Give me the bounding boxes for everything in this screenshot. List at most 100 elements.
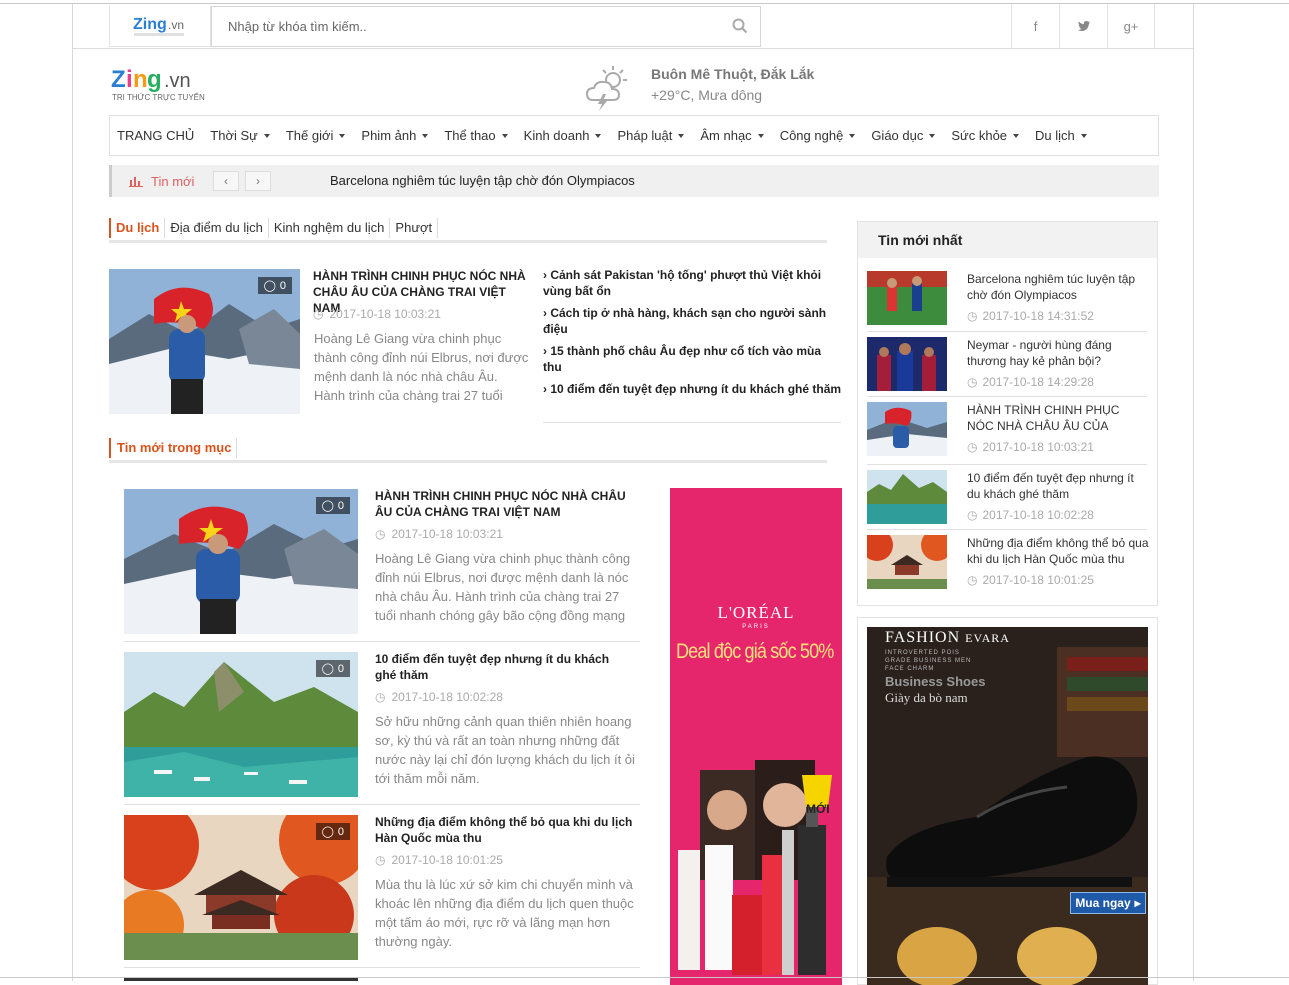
related-link[interactable]: › 10 điểm đến tuyệt đẹp nhưng ít du khác… bbox=[543, 381, 843, 397]
nav-label: Giáo dục bbox=[871, 128, 924, 143]
nav-home[interactable]: TRANG CHỦ bbox=[110, 128, 202, 143]
nav-suc-khoe[interactable]: Sức khỏe bbox=[943, 128, 1027, 143]
caret-down-icon bbox=[1080, 133, 1087, 138]
ad-fashion-tag2: GRADE BUSINESS MEN bbox=[885, 658, 972, 664]
nav-the-gioi[interactable]: Thế giới bbox=[278, 128, 354, 143]
article-title[interactable]: 10 điểm đến tuyệt đẹp nhưng ít du khách … bbox=[375, 651, 633, 683]
buy-now-button[interactable]: Mua ngay ▸ bbox=[1070, 892, 1146, 914]
weather-condition: +29°C, Mưa dông bbox=[651, 87, 763, 103]
article-image[interactable]: ◯ 0 bbox=[124, 489, 358, 634]
small-logo[interactable]: Zing .vn bbox=[109, 6, 211, 47]
tab-du-lich[interactable]: Du lịch bbox=[109, 217, 164, 238]
tab-phuot[interactable]: Phượt bbox=[389, 217, 439, 238]
weather-city: Buôn Mê Thuột, Đắk Lắk bbox=[651, 66, 815, 82]
ad-brand-sub: PARIS bbox=[742, 624, 770, 630]
comment-count: 0 bbox=[279, 279, 286, 292]
google-plus-icon[interactable]: g+ bbox=[1107, 4, 1155, 48]
article-time: ◷ 2017-10-18 10:01:25 bbox=[375, 853, 503, 867]
clock-icon: ◷ bbox=[967, 440, 978, 454]
nav-phap-luat[interactable]: Pháp luật bbox=[609, 128, 692, 143]
ad-brand: L'ORÉAL bbox=[717, 603, 795, 622]
sidebar-item-title: Neymar - người hùng đáng thương hay kẻ p… bbox=[967, 338, 1112, 368]
related-link[interactable]: › Cách tip ở nhà hàng, khách sạn cho ngư… bbox=[543, 305, 843, 337]
featured-image[interactable]: ◯ 0 bbox=[109, 269, 300, 414]
article-image[interactable]: ◯ 0 bbox=[124, 652, 358, 797]
nav-am-nhac[interactable]: Âm nhạc bbox=[692, 128, 771, 143]
article-time: ◷ 2017-10-18 10:03:21 bbox=[375, 527, 503, 541]
comment-icon: ◯ bbox=[263, 280, 276, 292]
article-desc: Mùa thu là lúc xứ sở kim chi chuyển mình… bbox=[375, 877, 634, 949]
divider bbox=[124, 967, 640, 968]
clock-icon: ◷ bbox=[967, 508, 978, 522]
facebook-icon[interactable]: f bbox=[1011, 4, 1059, 48]
news-ticker: Tin mới ‹ › Barcelona nghiêm túc luyện t… bbox=[109, 165, 1159, 197]
thunderstorm-icon bbox=[585, 66, 627, 111]
related-link[interactable]: › Cảnh sát Pakistan 'hộ tống' phượt thủ … bbox=[543, 267, 843, 299]
search-icon[interactable] bbox=[732, 18, 748, 39]
article-image[interactable]: ◯ 0 bbox=[124, 815, 358, 960]
svg-text:n: n bbox=[133, 66, 148, 93]
fashion-ad[interactable]: FASHION EVARA INTROVERTED POIS GRADE BUS… bbox=[867, 627, 1148, 985]
clock-icon: ◷ bbox=[375, 690, 386, 704]
comment-badge: ◯ 0 bbox=[257, 277, 292, 294]
nav-label: Du lịch bbox=[1035, 128, 1075, 143]
svg-text:.vn: .vn bbox=[168, 18, 184, 32]
caret-down-icon bbox=[849, 133, 856, 138]
sidebar-time-text: 2017-10-18 14:31:52 bbox=[982, 309, 1094, 323]
nav-giao-duc[interactable]: Giáo dục bbox=[863, 128, 943, 143]
twitter-icon[interactable] bbox=[1059, 4, 1107, 48]
category-tabs: Du lịch Địa điểm du lịch Kinh nghệm du l… bbox=[109, 215, 827, 243]
sidebar-item[interactable]: HÀNH TRÌNH CHINH PHỤC NÓC NHÀ CHÂU ÂU CỦ… bbox=[867, 402, 1147, 468]
ad-fashion-brand: FASHION EVARA bbox=[885, 629, 1010, 647]
clock-icon: ◷ bbox=[967, 309, 978, 323]
related-link-text: Cách tip ở nhà hàng, khách sạn cho người… bbox=[543, 306, 827, 336]
sidebar-time-text: 2017-10-18 10:02:28 bbox=[982, 508, 1094, 522]
article-title[interactable]: HÀNH TRÌNH CHINH PHỤC NÓC NHÀ CHÂU ÂU CỦ… bbox=[375, 488, 633, 520]
sidebar-item[interactable]: 10 điểm đến tuyệt đẹp nhưng ít du khách … bbox=[867, 470, 1147, 536]
article-time-text: 2017-10-18 10:02:28 bbox=[391, 690, 503, 704]
clock-icon: ◷ bbox=[313, 307, 324, 321]
featured-time-text: 2017-10-18 10:03:21 bbox=[329, 307, 441, 321]
brand-logo[interactable]: Z i n g .vn TRI THỨC TRỰC TUYẾN bbox=[109, 59, 209, 110]
sidebar-item[interactable]: Barcelona nghiêm túc luyện tập chờ đón O… bbox=[867, 271, 1147, 337]
zing-brand-logo-icon: Z i n g .vn TRI THỨC TRỰC TUYẾN bbox=[111, 66, 205, 102]
nav-phim-anh[interactable]: Phim ảnh bbox=[353, 128, 436, 143]
tab-kinh-nghiem-du-lich[interactable]: Kinh nghệm du lịch bbox=[267, 217, 390, 238]
ticker-headline[interactable]: Barcelona nghiêm túc luyện tập chờ đón O… bbox=[330, 173, 635, 188]
top-bar: Zing .vn f g+ bbox=[73, 4, 1193, 49]
loreal-ad[interactable]: L'ORÉAL PARIS Deal độc giá sốc 50% MỚI bbox=[670, 488, 842, 985]
comment-badge: ◯ 0 bbox=[315, 660, 350, 677]
divider bbox=[867, 529, 1147, 530]
nav-the-thao[interactable]: Thể thao bbox=[436, 128, 515, 143]
ticker-prev-button[interactable]: ‹ bbox=[213, 171, 239, 191]
ad-fashion-tag1: INTROVERTED POIS bbox=[885, 650, 960, 656]
cosmetics-products-image bbox=[678, 760, 832, 975]
bottom-border bbox=[0, 977, 1289, 981]
bar-chart-icon bbox=[129, 177, 143, 187]
article-title[interactable]: Những địa điểm không thể bỏ qua khi du l… bbox=[375, 814, 633, 846]
nav-cong-nghe[interactable]: Công nghệ bbox=[772, 128, 864, 143]
related-link[interactable]: › 15 thành phố châu Âu đẹp như cổ tích v… bbox=[543, 343, 843, 375]
clock-icon: ◷ bbox=[967, 375, 978, 389]
tab-dia-diem-du-lich[interactable]: Địa điểm du lịch bbox=[164, 217, 268, 238]
caret-down-icon bbox=[501, 133, 508, 138]
nav-du-lich[interactable]: Du lịch bbox=[1027, 128, 1095, 143]
sidebar-item-time: ◷ 2017-10-18 14:29:28 bbox=[967, 375, 1094, 389]
sidebar-title: Tin mới nhất bbox=[858, 222, 1157, 258]
nav-thoi-su[interactable]: Thời Sự bbox=[202, 128, 278, 143]
nav-kinh-doanh[interactable]: Kinh doanh bbox=[516, 128, 610, 143]
search-input[interactable] bbox=[212, 7, 760, 46]
article-time-text: 2017-10-18 10:03:21 bbox=[391, 527, 503, 541]
related-link-text: Cảnh sát Pakistan 'hộ tống' phượt thủ Vi… bbox=[543, 268, 822, 298]
sidebar-item[interactable]: Neymar - người hùng đáng thương hay kẻ p… bbox=[867, 337, 1147, 403]
section-title[interactable]: Tin mới trong mục bbox=[109, 437, 238, 458]
ticker-next-button[interactable]: › bbox=[245, 171, 271, 191]
nav-label: Sức khỏe bbox=[951, 128, 1008, 143]
nav-label: Thể thao bbox=[444, 128, 496, 143]
comment-icon: ◯ bbox=[321, 500, 334, 512]
caret-down-icon bbox=[263, 133, 270, 138]
sidebar-item-time: ◷ 2017-10-18 14:31:52 bbox=[967, 309, 1094, 323]
caret-down-icon bbox=[595, 133, 602, 138]
comment-count: 0 bbox=[337, 499, 344, 512]
sidebar-item[interactable]: Những địa điểm không thể bỏ qua khi du l… bbox=[867, 535, 1149, 601]
